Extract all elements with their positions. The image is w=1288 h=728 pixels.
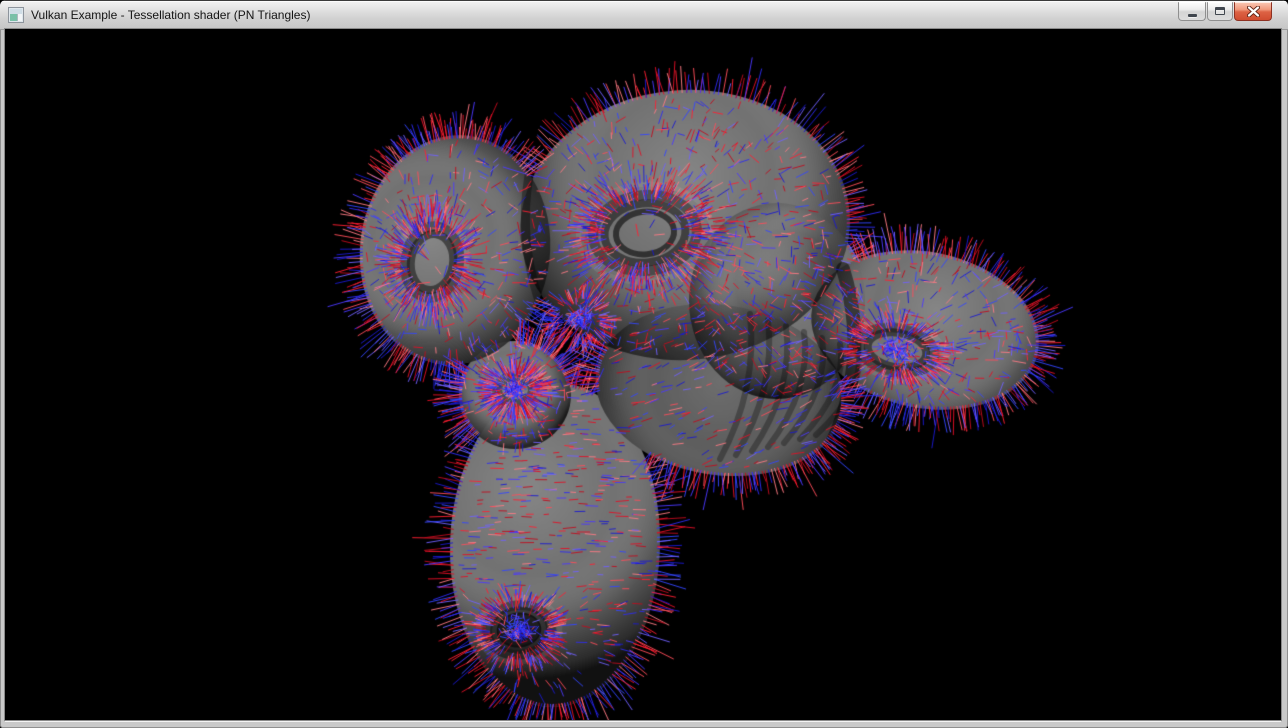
window-title: Vulkan Example - Tessellation shader (PN… <box>31 8 310 22</box>
app-window: Vulkan Example - Tessellation shader (PN… <box>0 0 1288 728</box>
render-client-area <box>5 29 1281 720</box>
minimize-button[interactable] <box>1178 2 1206 21</box>
close-icon <box>1247 6 1260 17</box>
maximize-icon <box>1215 7 1225 15</box>
resize-edge-bottom[interactable] <box>0 720 1288 728</box>
resize-edge-left[interactable] <box>0 29 5 728</box>
resize-edge-right[interactable] <box>1281 29 1288 728</box>
minimize-icon <box>1188 14 1197 17</box>
app-icon-detail <box>10 14 17 21</box>
render-viewport[interactable] <box>5 29 1281 720</box>
app-icon-detail <box>17 14 22 21</box>
window-controls <box>1178 2 1272 21</box>
titlebar[interactable]: Vulkan Example - Tessellation shader (PN… <box>0 0 1288 29</box>
maximize-button[interactable] <box>1207 2 1233 21</box>
app-icon[interactable] <box>8 7 24 23</box>
close-button[interactable] <box>1234 2 1272 21</box>
